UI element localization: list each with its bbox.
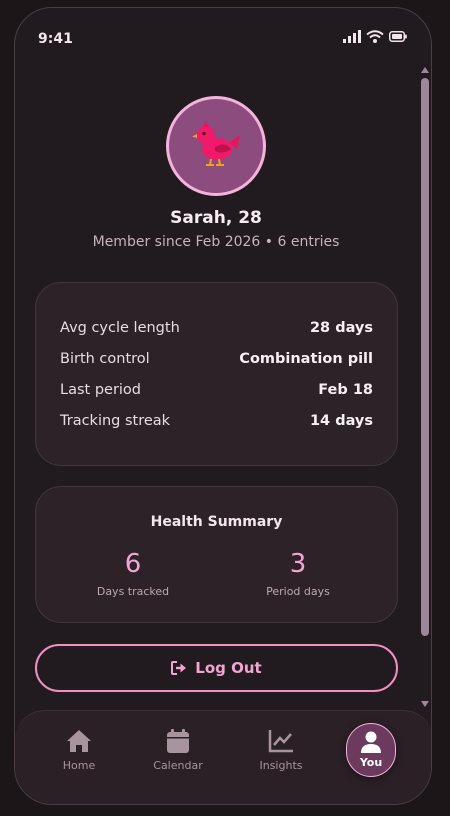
tab-label: Insights: [259, 759, 303, 772]
stat-label: Last period: [60, 382, 142, 398]
status-bar: 9:41: [15, 8, 431, 68]
tab-calendar[interactable]: Calendar: [138, 729, 218, 791]
stat-value: Combination pill: [239, 351, 373, 367]
stat-value: 14 days: [309, 413, 373, 429]
tab-label: You: [359, 756, 383, 769]
wifi-icon: [366, 30, 384, 43]
home-icon: [67, 730, 91, 752]
signal-icon: [343, 30, 361, 43]
stat-value: Feb 18: [318, 382, 373, 398]
stat-label: Birth control: [60, 351, 150, 367]
health-summary-title: Health Summary: [150, 514, 283, 530]
metric-value: 3: [289, 549, 307, 579]
stat-value: 28 days: [309, 320, 373, 336]
tab-insights[interactable]: Insights: [241, 729, 321, 791]
logout-icon: [171, 661, 187, 675]
metric-days-tracked: 6 Days tracked: [63, 549, 203, 598]
user-icon: [361, 731, 381, 753]
battery-icon: [389, 31, 407, 42]
stat-row-cycle: Avg cycle length 28 days: [60, 320, 373, 336]
tab-label: Home: [62, 759, 96, 772]
stat-row-streak: Tracking streak 14 days: [60, 413, 373, 429]
metric-label: Days tracked: [96, 585, 170, 598]
profile-stats-card: Avg cycle length 28 days Birth control C…: [35, 282, 398, 466]
avatar[interactable]: [166, 96, 266, 196]
metric-period-days: 3 Period days: [228, 549, 368, 598]
stat-row-birth-control: Birth control Combination pill: [60, 351, 373, 367]
tab-you[interactable]: You: [346, 723, 396, 777]
tab-label: Calendar: [153, 759, 203, 772]
metric-value: 6: [124, 549, 142, 579]
scrollbar-thumb[interactable]: [421, 78, 429, 636]
logout-label: Log Out: [195, 659, 262, 677]
status-icons: [343, 30, 407, 43]
scrollbar[interactable]: [418, 60, 431, 710]
status-time: 9:41: [38, 31, 73, 47]
chart-icon: [268, 730, 293, 753]
health-summary-card: Health Summary 6 Days tracked 3 Period d…: [35, 486, 398, 623]
calendar-icon: [167, 729, 189, 753]
tab-home[interactable]: Home: [39, 729, 119, 791]
phone-frame: 9:41 Sarah, 28 Member since Feb 2026 • 6…: [14, 7, 432, 805]
profile-subtitle: Member since Feb 2026 • 6 entries: [92, 234, 340, 250]
bird-icon: [192, 121, 240, 166]
stat-label: Avg cycle length: [60, 320, 180, 336]
metric-label: Period days: [266, 585, 330, 598]
scroll-down-arrow-icon[interactable]: [420, 700, 430, 708]
profile-name: Sarah, 28: [170, 208, 262, 228]
scroll-up-arrow-icon[interactable]: [420, 66, 430, 74]
stat-row-last-period: Last period Feb 18: [60, 382, 373, 398]
logout-button[interactable]: Log Out: [35, 644, 398, 692]
bottom-tab-bar: Home Calendar Insights You: [15, 710, 431, 804]
stat-label: Tracking streak: [60, 413, 171, 429]
